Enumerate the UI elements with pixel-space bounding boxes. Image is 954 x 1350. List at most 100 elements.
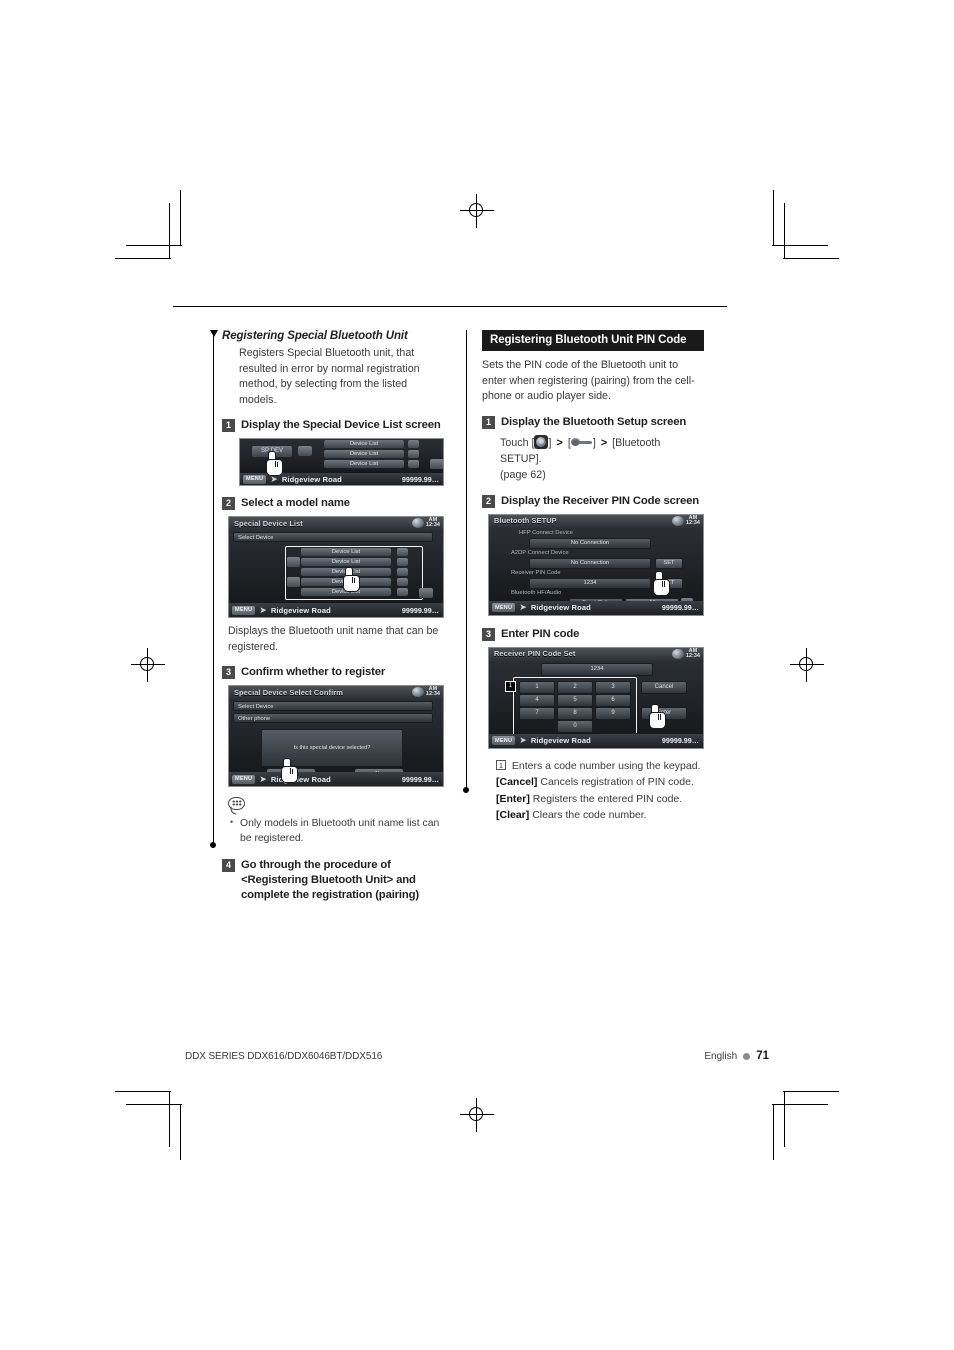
- keypad-key-7[interactable]: 7: [519, 706, 555, 720]
- crop-mark-bl-v2: [169, 1091, 170, 1147]
- key-description-row: [Enter] Registers the entered PIN code.: [496, 791, 704, 808]
- row-end-icon: [408, 450, 419, 458]
- keypad-key-8[interactable]: 8: [557, 706, 593, 720]
- header-rule: [173, 306, 727, 307]
- scroll-down-icon[interactable]: [298, 446, 312, 456]
- setting-label: A2DP Connect Device: [511, 549, 569, 556]
- crop-mark-tl-h2: [115, 258, 171, 259]
- crop-mark-bl-v: [180, 1104, 181, 1160]
- page-reference: (page 62): [500, 468, 546, 481]
- menu-button[interactable]: MENU: [243, 474, 267, 484]
- device-list-row[interactable]: Device List: [301, 558, 391, 566]
- screenshot-special-device-list: Special Device List AM 12:34 Select Devic…: [228, 516, 444, 618]
- row-end-icon: [397, 558, 408, 566]
- keypad-key-2[interactable]: 2: [557, 680, 593, 694]
- crop-mark-tl-v2: [169, 203, 170, 259]
- globe-icon: [671, 648, 684, 659]
- row-end-icon: [397, 588, 408, 596]
- menu-button[interactable]: MENU: [492, 736, 516, 745]
- step-title: Display the Receiver PIN Code screen: [501, 494, 700, 507]
- right-column-guide-dot: [463, 787, 469, 793]
- status-cluster: AM 12:34: [411, 517, 440, 528]
- other-phone-header: Other phone: [233, 713, 433, 723]
- scroll-down-icon[interactable]: [287, 577, 300, 587]
- nav-arrow-icon: ➤: [259, 604, 267, 615]
- status-cluster: AM 12:34: [671, 515, 700, 526]
- row-end-icon: [397, 578, 408, 586]
- clock-readout: AM 12:34: [425, 517, 440, 528]
- crop-mark-tl-v: [180, 190, 181, 246]
- keypad-key-3[interactable]: 3: [595, 680, 631, 694]
- step-title: Enter PIN code: [501, 627, 580, 640]
- enter-button[interactable]: Enter: [641, 706, 687, 720]
- confirm-dialog: Is this special device selected?: [261, 729, 403, 767]
- registration-mark-top: [460, 194, 494, 228]
- menu-button[interactable]: MENU: [492, 603, 516, 612]
- step-2-caption: Displays the Bluetooth unit name that ca…: [228, 625, 439, 653]
- road-name: Ridgeview Road: [530, 603, 591, 612]
- note-item: Only models in Bluetooth unit name list …: [230, 815, 444, 846]
- distance-value: 99999.99…: [401, 474, 439, 484]
- key-description-row: [Clear] Clears the code number.: [496, 807, 704, 824]
- distance-value: 99999.99…: [401, 605, 439, 615]
- keypad-key-9[interactable]: 9: [595, 706, 631, 720]
- sequence-separator: >: [556, 436, 563, 449]
- right-column: Registering Bluetooth Unit PIN Code Sets…: [482, 330, 704, 824]
- step-number: 1: [482, 415, 495, 429]
- section-lead: Sets the PIN code of the Bluetooth unit …: [482, 359, 695, 402]
- subsection-body: Registers Special Bluetooth unit, that r…: [239, 347, 420, 406]
- cancel-button[interactable]: Cancel: [641, 680, 687, 694]
- step-2: 2 Select a model name: [222, 496, 444, 511]
- device-list-row: Device List: [324, 460, 404, 468]
- device-list-row[interactable]: Device List: [301, 568, 391, 576]
- manual-page: Registering Special Bluetooth Unit Regis…: [0, 0, 954, 1350]
- road-name: Ridgeview Road: [270, 774, 331, 784]
- setting-value: No Connection: [529, 557, 651, 569]
- step-title: Display the Special Device List screen: [241, 419, 441, 431]
- return-icon[interactable]: [419, 588, 433, 598]
- screenshot-device-select-confirm: Special Device Select Confirm AM 12:34 Se…: [228, 685, 444, 787]
- row-end-icon: [397, 548, 408, 556]
- pin-display: 1234: [541, 662, 653, 676]
- keypad-key-5[interactable]: 5: [557, 693, 593, 707]
- globe-icon: [411, 687, 424, 697]
- scroll-up-icon[interactable]: [287, 557, 300, 567]
- step-number: 4: [222, 859, 235, 872]
- callout-1: 1: [505, 680, 516, 692]
- key-label-clear: [Clear]: [496, 809, 530, 821]
- screenshot-special-device-entry: Device List Device List Device List SP D…: [239, 438, 444, 486]
- crop-mark-bl-h: [126, 1104, 182, 1105]
- globe-icon: [671, 515, 684, 526]
- sp-dev-button[interactable]: SP DEV: [252, 446, 292, 457]
- keypad-key-1[interactable]: 1: [519, 680, 555, 694]
- callout-box-1: 1: [496, 759, 506, 770]
- menu-button[interactable]: MENU: [232, 774, 256, 784]
- registration-mark-left: [131, 648, 165, 682]
- key-description-text: Enters a code number using the keypad.: [511, 759, 701, 772]
- set-button[interactable]: SET: [655, 577, 683, 589]
- nav-arrow-icon: ➤: [519, 602, 527, 612]
- device-list-row[interactable]: Device List: [301, 578, 391, 586]
- note-list: Only models in Bluetooth unit name list …: [230, 815, 444, 846]
- setting-value: No Connection: [529, 537, 651, 549]
- row-end-icon: [408, 440, 419, 448]
- step-2: 2 Display the Receiver PIN Code screen: [482, 494, 704, 509]
- menu-button[interactable]: MENU: [232, 605, 256, 615]
- crop-mark-tr-h2: [783, 258, 839, 259]
- crop-mark-tr-h: [772, 245, 828, 246]
- footer-models: DDX SERIES DDX616/DDX6046BT/DDX516: [185, 1050, 383, 1062]
- registration-mark-bottom: [460, 1098, 494, 1132]
- keypad-key-4[interactable]: 4: [519, 693, 555, 707]
- pin-code-value: 1234: [529, 577, 651, 589]
- step-3: 3 Enter PIN code: [482, 627, 704, 642]
- set-button[interactable]: SET: [655, 557, 683, 569]
- footer-language: English: [704, 1050, 738, 1062]
- keypad-key-6[interactable]: 6: [595, 693, 631, 707]
- keypad-key-0[interactable]: 0: [557, 719, 593, 733]
- device-list-row[interactable]: Device List: [301, 548, 391, 556]
- device-list-row[interactable]: Device List: [301, 588, 391, 596]
- key-description-text: Clears the code number.: [532, 809, 647, 821]
- select-device-header: Select Device: [233, 532, 433, 542]
- status-cluster: AM 12:34: [671, 648, 700, 659]
- left-column: Registering Special Bluetooth Unit Regis…: [222, 330, 444, 903]
